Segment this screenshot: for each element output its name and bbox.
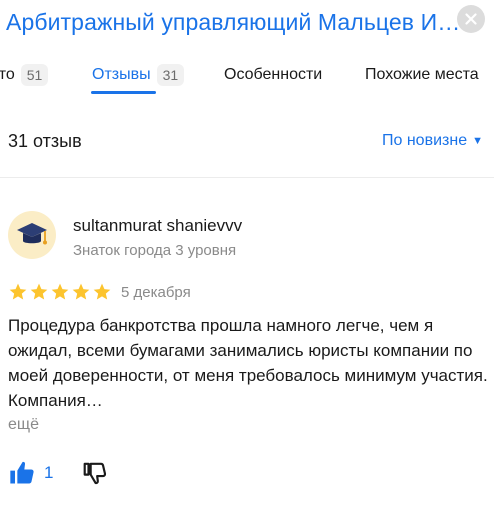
dropdown-arrow-icon: ▼ <box>472 135 483 147</box>
close-button[interactable] <box>457 5 485 33</box>
tab-label: Отзывы <box>92 66 151 83</box>
tab-bar: Фото 51 Отзывы 31 Особенности Похожие ме… <box>0 55 494 95</box>
sort-dropdown[interactable]: По новизне ▼ <box>382 130 483 152</box>
review-author[interactable]: sultanmurat shanievvv <box>73 215 242 237</box>
thumbs-up-icon <box>10 461 34 484</box>
dislike-button[interactable] <box>80 458 110 488</box>
tab-count: 51 <box>20 64 49 86</box>
review-text: Процедура банкротства прошла намного лег… <box>8 316 488 410</box>
page-title: Арбитражный управляющий Мальцев Игорь Ан… <box>6 9 462 35</box>
star-icon <box>93 283 111 300</box>
close-icon <box>465 13 477 25</box>
read-more-link[interactable]: ещё <box>8 414 39 436</box>
divider <box>0 177 494 178</box>
tab-photos[interactable]: Фото 51 <box>0 55 49 95</box>
active-tab-indicator <box>91 91 156 94</box>
author-level: Знаток города 3 уровня <box>73 242 237 259</box>
tab-features[interactable]: Особенности <box>224 55 322 95</box>
sort-label: По новизне <box>382 132 468 149</box>
review-date: 5 декабря <box>121 284 191 301</box>
star-icon <box>9 283 27 300</box>
tab-label: Фото <box>0 66 15 83</box>
tab-similar-places[interactable]: Похожие места <box>365 55 479 95</box>
tab-count: 31 <box>156 64 185 86</box>
rating-stars <box>8 282 112 302</box>
star-icon <box>51 283 69 300</box>
tab-label: Похожие места <box>365 66 479 83</box>
avatar[interactable] <box>8 211 56 259</box>
tab-reviews[interactable]: Отзывы 31 <box>92 55 185 95</box>
reviews-count: 31 отзыв <box>8 131 82 151</box>
like-button[interactable]: 1 <box>8 458 53 488</box>
star-icon <box>30 283 48 300</box>
star-icon <box>72 283 90 300</box>
tab-label: Особенности <box>224 66 323 83</box>
graduation-cap-icon <box>17 223 47 245</box>
thumbs-down-icon <box>83 462 107 485</box>
like-count: 1 <box>44 463 54 482</box>
